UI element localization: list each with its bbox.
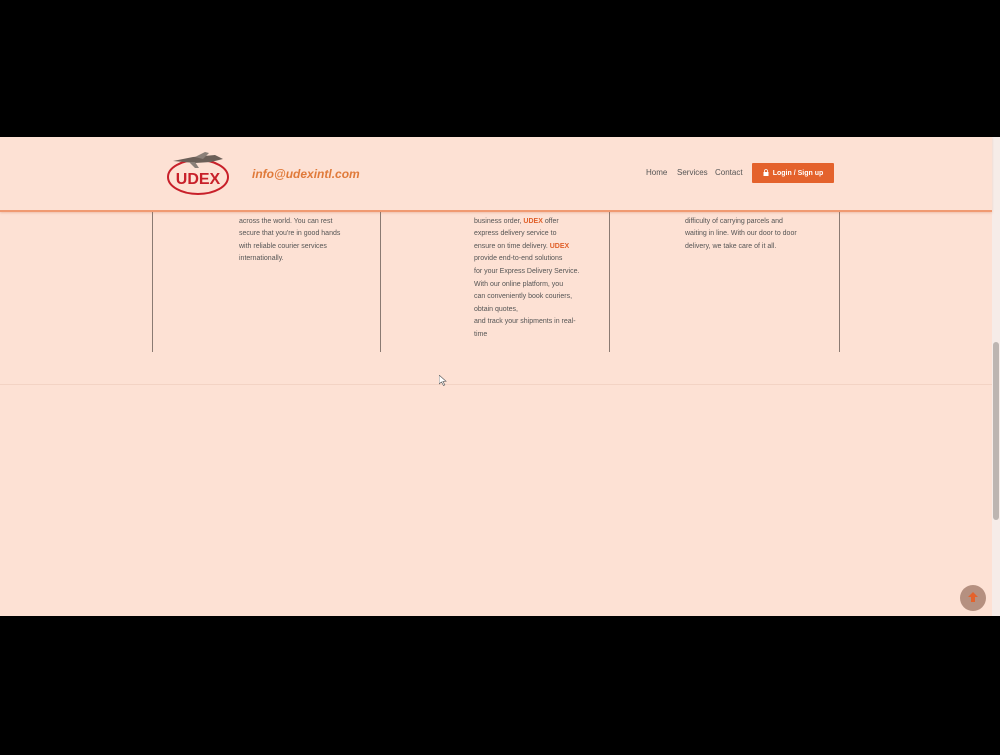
text-line: time — [474, 330, 488, 338]
logo-image[interactable]: UDEX — [165, 151, 231, 197]
column-divider — [839, 210, 840, 352]
service-card-text-1: affordable rates. Well deliver to across… — [239, 203, 340, 266]
text-line: for your Express Delivery Service. — [474, 267, 580, 275]
text-line: waiting in line. With our door to door — [685, 230, 797, 238]
text-line: obtain quotes, — [474, 305, 518, 313]
text-line: express delivery service to — [474, 230, 557, 238]
column-divider — [152, 210, 153, 352]
text-line: internationally. — [239, 255, 284, 263]
text-line: With our online platform, you — [474, 280, 564, 288]
contact-email[interactable]: info@udexintl.com — [252, 167, 360, 181]
services-columns: affordable rates. Well deliver to across… — [0, 205, 992, 352]
site-header: UDEX info@udexintl.com Home Services Con… — [0, 137, 992, 212]
text-line: secure that you're in good hands — [239, 230, 341, 238]
arrow-up-icon — [967, 591, 979, 606]
text-line: and track your shipments in real- — [474, 318, 576, 326]
login-signup-label: Login / Sign up — [772, 169, 824, 177]
text-line: can conveniently book couriers, — [474, 293, 573, 301]
login-signup-button[interactable]: Login / Sign up — [752, 163, 834, 183]
logo-text: UDEX — [176, 171, 221, 188]
text-line: across the world. You can rest — [239, 217, 333, 225]
section-divider — [0, 384, 992, 385]
text-line: delivery, we take care of it all. — [685, 242, 777, 250]
nav-home[interactable]: Home — [646, 168, 667, 177]
service-card-text-2: with your daily business order, UDEX off… — [474, 203, 579, 342]
column-divider — [609, 210, 610, 352]
text-line: with reliable courier services — [239, 242, 327, 250]
text-line: difficulty of carrying parcels and — [685, 217, 783, 225]
column-divider — [380, 210, 381, 352]
lock-icon — [763, 168, 769, 178]
mouse-cursor — [438, 374, 447, 389]
text-line: provide end-to-end solutions — [474, 255, 563, 263]
nav-contact[interactable]: Contact — [715, 168, 743, 177]
scrollbar-thumb[interactable] — [993, 342, 999, 520]
browser-viewport: UDEX info@udexintl.com Home Services Con… — [0, 137, 1000, 616]
back-to-top-button[interactable] — [960, 585, 986, 611]
nav-services[interactable]: Services — [677, 168, 708, 177]
text-line: business order, UDEX offer — [474, 217, 559, 225]
text-line: ensure on time delivery. UDEX — [474, 242, 570, 250]
